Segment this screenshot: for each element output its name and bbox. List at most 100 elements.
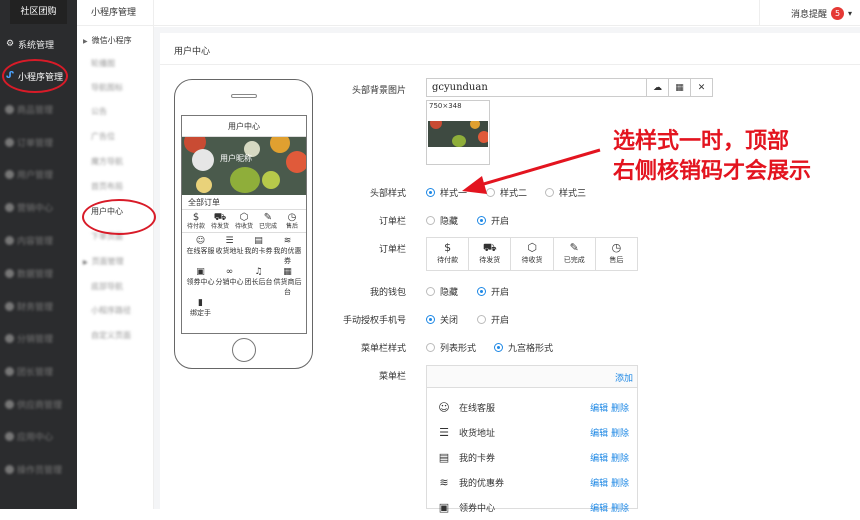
preview-menu-item: ▦ 供货商后台 xyxy=(273,267,302,296)
bell-icon: ♫ xyxy=(254,267,263,277)
radio-menu-grid[interactable]: 九宫格形式 xyxy=(494,341,553,354)
radio-order-bar-show[interactable]: 开启 xyxy=(477,214,509,227)
menu-row-actions[interactable]: 编辑 删除 xyxy=(590,426,629,439)
sidebar-item-leader[interactable]: 团长管理 xyxy=(0,360,77,382)
sidebar-item-operators[interactable]: 操作员管理 xyxy=(0,458,77,480)
sidebar-item-users[interactable]: 用户管理 xyxy=(0,163,77,185)
sidebar-item-apps[interactable]: 应用中心 xyxy=(0,425,77,447)
menu-row: ☺ 在线客服 编辑 删除 xyxy=(427,395,637,420)
page-title: 用户中心 xyxy=(174,47,211,57)
truck-icon: ⛟ xyxy=(482,241,497,254)
subnav-item-tabbar[interactable]: 底部导航 xyxy=(77,278,154,296)
sidebar-item-data[interactable]: 数据管理 xyxy=(0,262,77,284)
annotation-callout: 选样式一时，顶部 右侧核销码才会展示 xyxy=(613,129,812,184)
header-bg-thumbnail xyxy=(428,121,488,147)
order-item-unshipped[interactable]: ⛟ 待发货 xyxy=(469,238,512,270)
user-icon xyxy=(5,169,14,179)
subnav-item-nav-icons[interactable]: 导航图标 xyxy=(77,79,154,97)
subnav-item-path[interactable]: 小程序路径 xyxy=(77,302,154,320)
card-icon: ▤ xyxy=(438,451,450,464)
message-count-badge: 5 xyxy=(830,6,844,20)
subnav-item-notice[interactable]: 公告 xyxy=(77,103,154,121)
caret-right-icon: ▶ xyxy=(83,259,88,266)
radio-wallet-hide[interactable]: 隐藏 xyxy=(426,285,458,298)
radio-style-2[interactable]: 样式二 xyxy=(486,186,527,199)
label-wallet: 我的钱包 xyxy=(369,288,406,298)
sidebar-item-finance[interactable]: 财务管理 xyxy=(0,295,77,317)
sidebar-item-goods[interactable]: 商品管理 xyxy=(0,98,77,120)
subnav-item-banner[interactable]: 轮播图 xyxy=(77,55,154,73)
subnav-item-cube[interactable]: 魔方导航 xyxy=(77,153,154,171)
radio-circle xyxy=(477,216,486,225)
order-item-done[interactable]: ✎ 已完成 xyxy=(554,238,596,270)
preview-menu-item: ≋ 我的优惠券 xyxy=(273,236,302,265)
data-icon xyxy=(5,268,14,278)
gear-icon: ⚙ xyxy=(5,39,15,49)
chevron-down-icon: ▾ xyxy=(847,8,852,18)
sidebar-item-marketing[interactable]: 营销中心 xyxy=(0,196,77,218)
brand-logo: 社区团购 xyxy=(0,0,77,26)
sidebar-item-system[interactable]: ⚙ 系统管理 xyxy=(0,33,77,55)
phone-speaker xyxy=(231,94,257,98)
menu-row-actions[interactable]: 编辑 删除 xyxy=(590,501,629,514)
upload-cloud-icon[interactable]: ☁ xyxy=(646,79,668,96)
order-item-unpaid[interactable]: $ 待付款 xyxy=(427,238,470,270)
sidebar-item-orders[interactable]: 订单管理 xyxy=(0,131,77,153)
subnav-group-wechat[interactable]: ▶ 微信小程序 xyxy=(77,32,154,50)
radio-phone-auth-off[interactable]: 关闭 xyxy=(426,313,458,326)
list-icon: ☰ xyxy=(439,426,449,439)
pin-icon: ✎ xyxy=(263,212,273,223)
history-icon: ◷ xyxy=(611,241,622,254)
menu-row-actions[interactable]: 编辑 删除 xyxy=(590,401,629,414)
radio-style-1[interactable]: 样式一 xyxy=(426,186,467,199)
preview-all-orders: 全部订单 xyxy=(182,195,306,210)
menu-add-button[interactable]: 添加 xyxy=(615,371,633,384)
subnav-group-pages[interactable]: ▶ 页面管理 xyxy=(77,253,154,271)
preview-banner: 用户昵称 xyxy=(182,137,306,195)
dollar-icon: $ xyxy=(192,212,200,223)
coupon-icon: ▣ xyxy=(196,267,205,277)
grid-select-icon[interactable]: ▦ xyxy=(668,79,690,96)
title-divider xyxy=(160,64,860,65)
radio-wallet-show[interactable]: 开启 xyxy=(477,285,509,298)
box-icon: ⬡ xyxy=(527,241,537,254)
message-notification[interactable]: 消息提醒 5 ▾ xyxy=(791,0,852,26)
operator-icon xyxy=(5,464,14,474)
box-icon: ⬡ xyxy=(239,212,249,223)
radio-circle xyxy=(426,188,435,197)
subnav-item-ad[interactable]: 广告位 xyxy=(77,128,154,146)
label-header-style: 头部样式 xyxy=(369,189,406,199)
sidebar-item-supplier[interactable]: 供应商管理 xyxy=(0,393,77,415)
subnav-item-home-layout[interactable]: 首页布局 xyxy=(77,178,154,196)
radio-circle xyxy=(426,287,435,296)
radio-circle xyxy=(477,315,486,324)
subnav-item-custom[interactable]: 自定义页面 xyxy=(77,327,154,345)
menu-row: ▣ 领券中心 编辑 删除 xyxy=(427,495,637,520)
history-icon: ◷ xyxy=(287,212,297,223)
preview-username: 用户昵称 xyxy=(220,154,252,163)
sidebar-item-content[interactable]: 内容管理 xyxy=(0,229,77,251)
radio-order-bar-hide[interactable]: 隐藏 xyxy=(426,214,458,227)
sidebar-item-distribution[interactable]: 分销管理 xyxy=(0,327,77,349)
radio-circle xyxy=(426,216,435,225)
doc-icon: ▦ xyxy=(283,267,292,277)
coins-icon: ≋ xyxy=(439,476,449,489)
label-order-bar: 订单栏 xyxy=(378,217,406,227)
label-order-bar-2: 订单栏 xyxy=(378,245,406,255)
radio-style-3[interactable]: 样式三 xyxy=(545,186,586,199)
radio-phone-auth-on[interactable]: 开启 xyxy=(477,313,509,326)
menu-list-header: 添加 xyxy=(427,366,637,388)
menu-row-actions[interactable]: 编辑 删除 xyxy=(590,476,629,489)
smile-icon: ☺ xyxy=(438,401,450,414)
order-item-unreceived[interactable]: ⬡ 待收货 xyxy=(511,238,554,270)
radio-circle xyxy=(545,188,554,197)
preview-order-row: $ 待付款 ⛟ 待发货 ⬡ 待收货 ✎ 已完成 ◷ 售后 xyxy=(182,210,306,232)
header-bg-input[interactable]: gcyunduan ☁ ▦ ✕ xyxy=(426,78,713,97)
order-item-aftersale[interactable]: ◷ 售后 xyxy=(596,238,637,270)
close-icon[interactable]: ✕ xyxy=(690,79,712,96)
menu-row-actions[interactable]: 编辑 删除 xyxy=(590,451,629,464)
preview-order-done: ✎ 已完成 xyxy=(258,212,277,230)
preview-order-unreceived: ⬡ 待收货 xyxy=(234,212,253,230)
radio-menu-list[interactable]: 列表形式 xyxy=(426,341,476,354)
top-bar: 消息提醒 5 ▾ xyxy=(154,0,860,26)
